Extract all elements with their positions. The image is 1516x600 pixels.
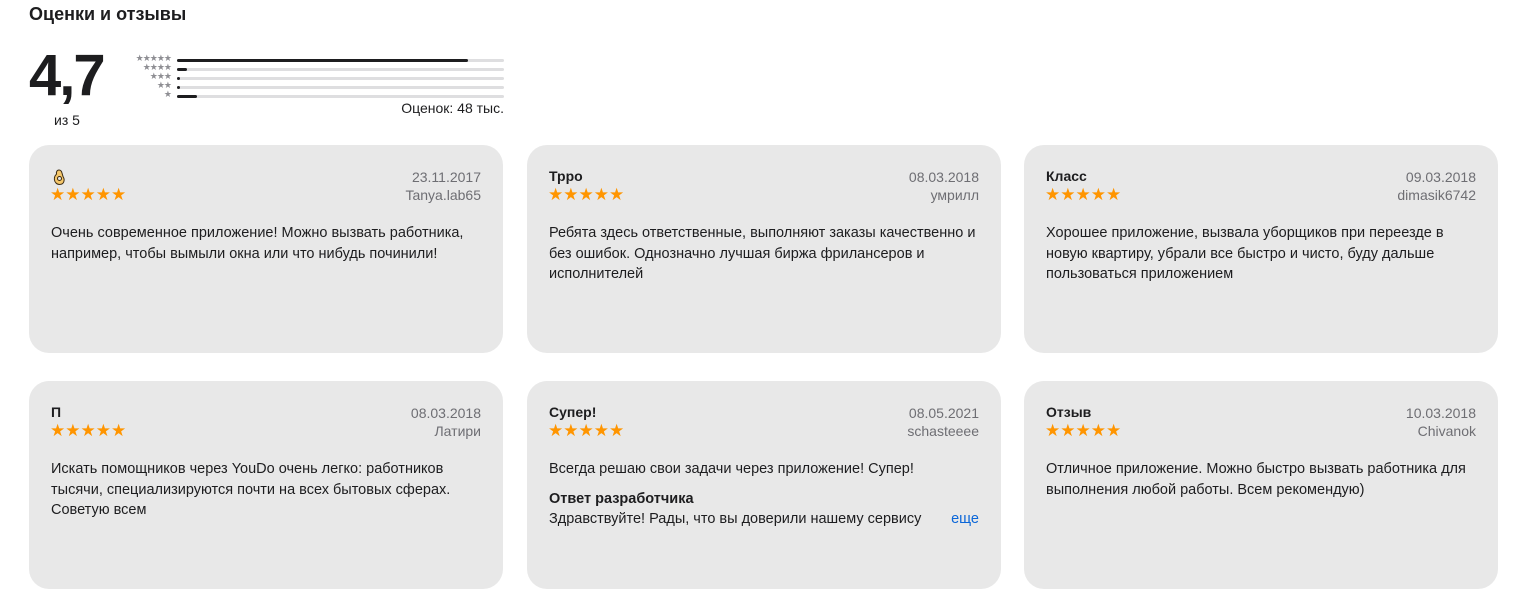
review-stars: ★★★★★ [548,421,625,440]
review-date: 10.03.2018 [1405,405,1476,421]
histogram-track [177,68,504,71]
out-of-label: из 5 [54,112,80,128]
review-author: schasteeee [907,423,979,439]
histogram-stars-1: ★ [163,89,172,99]
review-stars: ★★★★★ [1045,421,1122,440]
review-card[interactable]: П 08.03.2018 Латири ★★★★★ Искать помощни… [29,381,503,589]
review-title: Супер! [549,404,597,420]
review-text: Всегда решаю свои задачи через приложени… [549,461,914,477]
histogram-fill [177,59,469,62]
review-text: Хорошее приложение, вызвала уборщиков пр… [1046,225,1444,282]
histogram-fill [177,95,197,98]
histogram-row-4: ★★★★ [125,63,505,74]
review-title: П [51,404,62,420]
review-author: умрилл [930,187,979,203]
histogram-row-5: ★★★★★ [125,54,505,65]
review-card[interactable]: Отзыв 10.03.2018 Chivanok ★★★★★ Отличное… [1024,381,1498,589]
review-stars: ★★★★★ [1045,185,1122,204]
review-author: Chivanok [1417,423,1476,439]
histogram-track [177,86,504,89]
review-card[interactable]: Супер! 08.05.2021 schasteeee ★★★★★ Всегд… [527,381,1001,589]
histogram-track [177,59,504,62]
review-title: Класс [1046,168,1087,184]
review-stars: ★★★★★ [50,421,127,440]
developer-response-text: Здравствуйте! Рады, что вы доверили наше… [549,511,922,527]
review-author: dimasik6742 [1397,187,1476,203]
review-date: 08.03.2018 [908,169,979,185]
histogram-row-2: ★★ [125,81,505,92]
review-date: 08.03.2018 [410,405,481,421]
review-card[interactable]: 23.11.2017 Tanya.lab65 ★★★★★ Очень совре… [29,145,503,353]
review-title: Отзыв [1046,404,1092,420]
review-stars: ★★★★★ [548,185,625,204]
review-stars: ★★★★★ [50,185,127,204]
review-author: Tanya.lab65 [405,187,481,203]
review-author: Латири [434,423,481,439]
more-link[interactable]: еще [951,511,979,527]
review-text: Искать помощников через YouDo очень легк… [51,461,451,518]
review-title [51,168,67,186]
review-text: Ребята здесь ответственные, выполняют за… [549,225,976,282]
histogram-fill [177,68,187,71]
section-title: Оценки и отзывы [29,4,187,24]
ok-hand-emoji-icon [53,169,65,185]
ratings-reviews-page: Оценки и отзывы 4,7 из 5 ★★★★★ ★★★★ ★★★ [0,0,1516,600]
review-date: 09.03.2018 [1405,169,1476,185]
review-date: 23.11.2017 [411,169,481,185]
histogram-track [177,77,504,80]
developer-response-title: Ответ разработчика [549,491,694,507]
rating-summary: 4,7 из 5 ★★★★★ ★★★★ ★★★ ★★ ★ Оценок: 48 … [29,44,509,134]
rating-histogram: ★★★★★ ★★★★ ★★★ ★★ ★ [125,54,505,101]
histogram-row-3: ★★★ [125,72,505,83]
average-score: 4,7 [29,43,106,108]
histogram-fill [177,77,181,80]
review-card[interactable]: Класс 09.03.2018 dimasik6742 ★★★★★ Хорош… [1024,145,1498,353]
review-card[interactable]: Трро 08.03.2018 умрилл ★★★★★ Ребята здес… [527,145,1001,353]
ratings-count: Оценок: 48 тыс. [401,100,504,116]
review-text: Очень современное приложение! Можно вызв… [51,225,464,262]
review-title: Трро [549,168,583,184]
histogram-fill [177,86,181,89]
review-text: Отличное приложение. Можно быстро вызват… [1046,461,1466,498]
histogram-track [177,95,504,98]
review-date: 08.05.2021 [908,405,979,421]
